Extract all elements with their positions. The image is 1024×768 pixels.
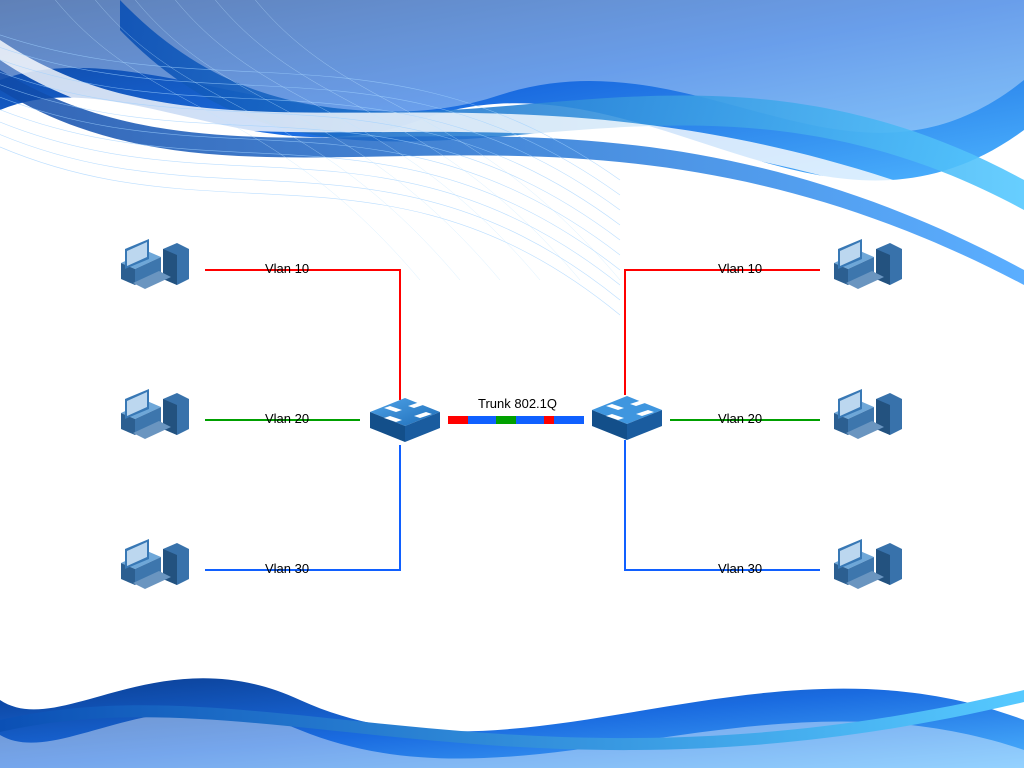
switch-left: [360, 390, 450, 450]
label-vlan30-left: Vlan 30: [265, 561, 309, 576]
label-vlan10-right: Vlan 10: [718, 261, 762, 276]
pc-right-2: [828, 385, 908, 455]
pc-left-3: [115, 535, 195, 605]
label-vlan10-left: Vlan 10: [265, 261, 309, 276]
label-vlan20-right: Vlan 20: [718, 411, 762, 426]
trunk-link: [448, 416, 584, 424]
pc-left-1: [115, 235, 195, 305]
label-trunk: Trunk 802.1Q: [478, 396, 557, 411]
switch-right: [582, 388, 672, 448]
pc-right-3: [828, 535, 908, 605]
label-vlan20-left: Vlan 20: [265, 411, 309, 426]
label-vlan30-right: Vlan 30: [718, 561, 762, 576]
network-diagram: [0, 0, 1024, 768]
pc-right-1: [828, 235, 908, 305]
pc-left-2: [115, 385, 195, 455]
